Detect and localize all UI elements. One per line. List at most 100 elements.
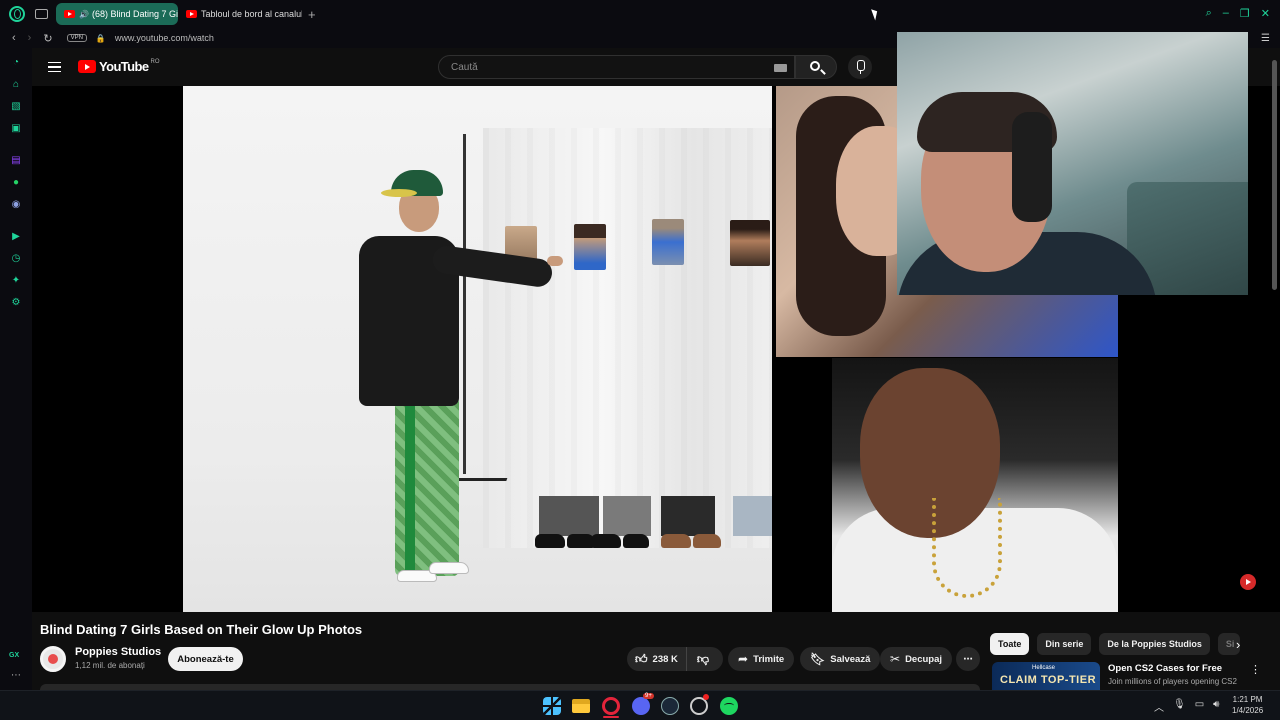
more-sidebar-icon[interactable]: ⋯ — [11, 670, 21, 681]
easy-setup-menu-icon[interactable]: ☰ — [1261, 33, 1270, 44]
hidden-person-legs — [661, 496, 715, 536]
save-button[interactable]: 🔖︎ Salvează — [800, 647, 881, 671]
channel-avatar[interactable] — [40, 646, 66, 672]
volume-icon[interactable]: 🔊︎ — [1213, 699, 1219, 714]
clock[interactable]: 1:21 PM 1/4/2026 — [1232, 694, 1263, 716]
opera-gx-logo-icon[interactable] — [9, 6, 25, 22]
search-tabs-icon[interactable]: ⌕ — [1206, 7, 1212, 20]
more-icon: ⋯ — [963, 653, 973, 665]
minimize-icon[interactable]: – — [1223, 7, 1229, 20]
floating-record-icon[interactable] — [1240, 574, 1256, 590]
forward-icon[interactable]: › — [28, 32, 32, 44]
lock-icon[interactable]: 🔒 — [96, 34, 106, 43]
discord-sidebar-icon[interactable]: ◉ — [10, 198, 22, 210]
bookmark-icon: 🔖︎ — [810, 652, 826, 666]
gold-chain — [932, 498, 1002, 598]
speaker-icon[interactable]: 🔊 — [79, 10, 89, 19]
back-icon[interactable]: ‹ — [12, 32, 16, 44]
recommendation-thumbnail[interactable]: Hellcase CLAIM TOP-TIER — [992, 662, 1100, 690]
mods-icon[interactable]: ▣ — [10, 122, 22, 134]
thumbs-down-icon: 👎︎ — [696, 651, 709, 666]
clip-label: Decupaj — [905, 653, 943, 665]
shoe — [535, 534, 565, 548]
subscribe-button[interactable]: Abonează-te — [168, 647, 243, 671]
youtube-favicon-icon — [64, 10, 75, 18]
time: 1:21 PM — [1232, 695, 1263, 704]
like-button[interactable]: 👍︎ 238 K — [627, 647, 687, 671]
thumbs-up-icon: 👍︎ — [635, 651, 648, 666]
clip-button[interactable]: ✂ Decupaj — [880, 647, 953, 671]
opera-gx-taskbar-icon[interactable] — [602, 697, 620, 715]
youtube-play-icon — [78, 60, 96, 73]
search-button[interactable] — [795, 55, 837, 79]
shoe — [591, 534, 621, 548]
recommendation-subtitle: Join millions of players opening CS2 — [1108, 677, 1237, 686]
hidden-person-legs — [603, 496, 651, 536]
search-icon — [810, 61, 820, 71]
windows-start-icon[interactable] — [543, 697, 561, 715]
reload-icon[interactable]: ↻ — [43, 32, 52, 45]
voice-search-icon[interactable] — [848, 55, 872, 79]
photo-4 — [730, 220, 770, 266]
ad-brand: Hellcase — [1032, 665, 1056, 671]
whatsapp-icon[interactable]: ● — [10, 176, 22, 188]
chip-all[interactable]: Toate — [990, 633, 1030, 655]
recommendation-title[interactable]: Open CS2 Cases for Free — [1108, 663, 1222, 674]
gx-control-icon[interactable]: ◔ — [10, 56, 22, 68]
notification-dot — [703, 694, 709, 700]
new-tab-button[interactable]: + — [308, 7, 316, 22]
shoe — [623, 534, 649, 548]
discord-taskbar-icon[interactable] — [632, 697, 650, 715]
shoe — [661, 534, 691, 548]
scroll-thumb[interactable] — [1272, 60, 1277, 290]
youtube-favicon-icon — [186, 10, 197, 18]
file-explorer-icon[interactable] — [572, 699, 590, 713]
channel-name[interactable]: Poppies Studios — [75, 646, 161, 658]
hidden-person-legs — [733, 496, 772, 536]
tab-overview-icon[interactable] — [35, 9, 48, 19]
player-icon[interactable]: ▶ — [10, 230, 22, 242]
system-tray: ︿ 🎙︎ ▭ 🔊︎ — [1154, 699, 1219, 714]
window-controls: ⌕ – ❐ ✕ — [1206, 7, 1270, 20]
spotify-icon[interactable] — [720, 697, 738, 715]
tab-label: Tabloul de bord al canalului — [201, 9, 302, 19]
gx-label[interactable]: GX — [9, 652, 19, 659]
share-label: Trimite — [753, 653, 785, 665]
chevron-up-icon[interactable]: ︿ — [1154, 699, 1164, 714]
more-actions-button[interactable]: ⋯ — [956, 647, 980, 671]
vpn-badge[interactable]: VPN — [66, 34, 87, 42]
filter-chips: Toate Din serie De la Poppies Studios Si — [990, 633, 1240, 655]
tab-channel-dashboard[interactable]: Tabloul de bord al canalului — [178, 3, 302, 25]
url-field[interactable]: www.youtube.com/watch — [115, 33, 214, 43]
chip-from-series[interactable]: Din serie — [1037, 633, 1092, 655]
page-scrollbar[interactable] — [1272, 48, 1278, 648]
gx-corner-icon[interactable]: ⌂ — [10, 78, 22, 90]
keyboard-icon[interactable] — [774, 64, 787, 72]
country-code: RO — [150, 59, 160, 65]
settings-gear-icon[interactable]: ⚙ — [10, 296, 22, 308]
twitch-icon[interactable]: ▤ — [10, 154, 22, 166]
maximize-icon[interactable]: ❐ — [1240, 7, 1250, 20]
microphone-icon[interactable]: 🎙︎ — [1173, 699, 1186, 714]
close-window-icon[interactable]: ✕ — [1261, 7, 1270, 20]
history-icon[interactable]: ◷ — [10, 252, 22, 264]
browser-sidebar: ◔ ⌂ ▧ ▣ ▤ ● ◉ ▶ ◷ ✦ ⚙ GX ⋯ — [0, 48, 32, 690]
menu-icon[interactable] — [48, 62, 61, 72]
like-count: 238 K — [652, 653, 678, 665]
news-icon[interactable]: ▧ — [10, 100, 22, 112]
steam-icon[interactable] — [661, 697, 679, 715]
network-icon[interactable]: ▭ — [1195, 699, 1204, 714]
chip-from-channel[interactable]: De la Poppies Studios — [1099, 633, 1210, 655]
discord-notification-badge: 9+ — [643, 693, 654, 699]
chevron-right-icon[interactable]: › — [1236, 637, 1240, 652]
host-shoe — [429, 562, 469, 574]
pointing-hand — [547, 256, 563, 266]
recommendation-menu-icon[interactable]: ⋮ — [1250, 663, 1261, 676]
tab-youtube-video[interactable]: 🔊 (68) Blind Dating 7 Gir — [56, 3, 178, 25]
share-button[interactable]: ➦ Trimite — [728, 647, 795, 671]
hidden-person-legs — [539, 496, 599, 536]
dislike-button[interactable]: 👎︎ — [687, 647, 719, 671]
extensions-icon[interactable]: ✦ — [10, 274, 22, 286]
youtube-logo[interactable]: YouTube RO — [78, 59, 159, 74]
search-input[interactable]: Caută — [438, 55, 795, 79]
